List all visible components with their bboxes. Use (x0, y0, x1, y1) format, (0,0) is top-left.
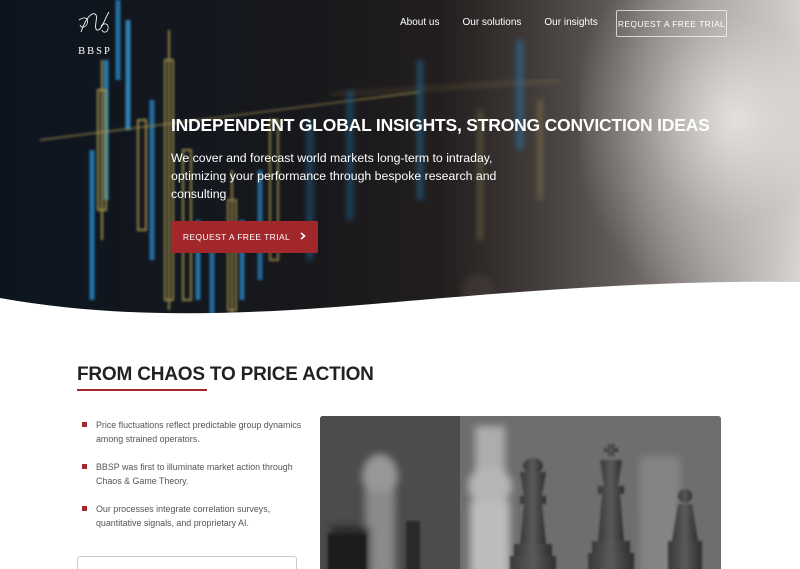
hero-glow (580, 0, 800, 300)
list-item-text: Our processes integrate correlation surv… (96, 504, 271, 528)
list-item-text: Price fluctuations reflect predictable g… (96, 420, 302, 444)
nav-item-our-solutions[interactable]: Our solutions (462, 17, 521, 28)
contact-card (77, 556, 297, 569)
main-nav: About us Our solutions Our insights (400, 17, 621, 28)
hero-subtitle: We cover and forecast world markets long… (171, 151, 497, 201)
logo-mark-icon (78, 11, 110, 33)
hero-wave-divider (0, 281, 800, 320)
brand-logo[interactable]: BBSP (70, 6, 120, 60)
nav-request-trial-button[interactable]: REQUEST A FREE TRIAL (616, 10, 727, 37)
feature-list: Price fluctuations reflect predictable g… (80, 418, 310, 544)
bullet-square-icon (82, 464, 87, 469)
logo-text: BBSP (78, 46, 112, 57)
hero-request-trial-button[interactable]: REQUEST A FREE TRIAL (171, 221, 318, 253)
chess-pieces-image (320, 416, 721, 569)
list-item: BBSP was first to illuminate market acti… (80, 460, 310, 488)
list-item: Price fluctuations reflect predictable g… (80, 418, 310, 446)
hero-cta-label: REQUEST A FREE TRIAL (182, 232, 291, 242)
nav-item-our-insights[interactable]: Our insights (544, 17, 597, 28)
hero-title: INDEPENDENT GLOBAL INSIGHTS, STRONG CONV… (171, 115, 710, 135)
chess-pieces-illustration (320, 416, 721, 569)
bullet-square-icon (82, 422, 87, 427)
chevron-right-icon (300, 231, 306, 243)
list-item-text: BBSP was first to illuminate market acti… (96, 462, 293, 486)
bullet-square-icon (82, 506, 87, 511)
nav-item-about-us[interactable]: About us (400, 17, 439, 28)
section-title-underline (77, 389, 207, 391)
section-title: FROM CHAOS TO PRICE ACTION (77, 364, 374, 385)
list-item: Our processes integrate correlation surv… (80, 502, 310, 530)
